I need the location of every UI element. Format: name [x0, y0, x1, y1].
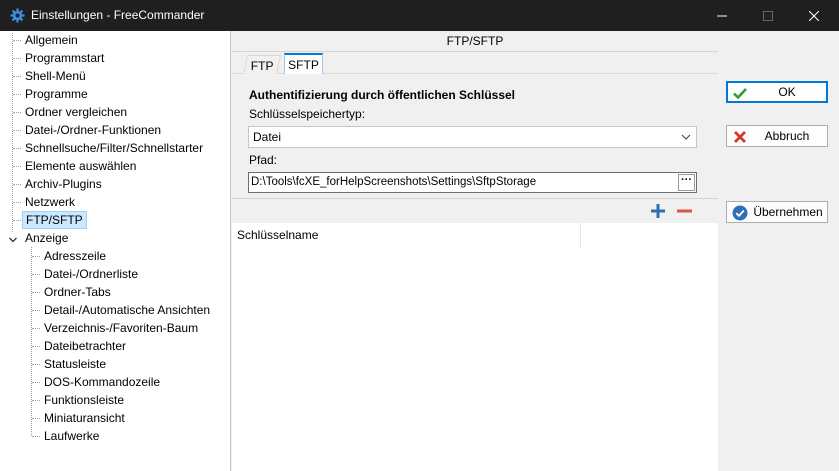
storage-type-value: Datei	[253, 130, 282, 144]
chevron-down-icon	[681, 134, 691, 140]
tree-item-anzeige[interactable]: Anzeige	[22, 229, 71, 247]
settings-tree[interactable]: Allgemein Programmstart Shell-Menü Progr…	[0, 31, 231, 471]
tree-connector	[32, 274, 40, 275]
chevron-down-icon[interactable]	[8, 235, 18, 245]
tree-connector	[13, 148, 21, 149]
apply-button[interactable]: Übernehmen	[726, 201, 828, 223]
tab-strip: FTP SFTP	[232, 52, 718, 75]
tree-item-programme[interactable]: Programme	[22, 85, 91, 103]
cancel-button[interactable]: Abbruch	[726, 125, 828, 147]
ok-button[interactable]: OK	[726, 81, 828, 103]
tab-ftp-label: FTP	[250, 59, 274, 73]
tree-connector	[13, 202, 21, 203]
maximize-icon	[763, 10, 773, 21]
tree-item-ftp-sftp[interactable]: FTP/SFTP	[22, 211, 87, 229]
key-list[interactable]: Schlüsselname	[232, 223, 718, 471]
tree-connector	[13, 40, 21, 41]
window-title: Einstellungen - FreeCommander	[31, 8, 205, 22]
tree-item-detail-ansichten[interactable]: Detail-/Automatische Ansichten	[41, 301, 213, 319]
check-circle-icon	[732, 205, 748, 221]
tree-item-datei-ordner-funktionen[interactable]: Datei-/Ordner-Funktionen	[22, 121, 164, 139]
gear-icon	[10, 8, 25, 23]
storage-type-select[interactable]: Datei	[248, 126, 697, 148]
tree-item-programmstart[interactable]: Programmstart	[22, 49, 107, 67]
title-bar: Einstellungen - FreeCommander	[0, 0, 839, 31]
tree-item-ordner-tabs[interactable]: Ordner-Tabs	[41, 283, 114, 301]
path-input[interactable]: D:\Tools\fcXE_forHelpScreenshots\Setting…	[248, 172, 697, 193]
tree-connector	[13, 184, 21, 185]
tree-item-laufwerke[interactable]: Laufwerke	[41, 427, 102, 445]
tree-connector	[13, 112, 21, 113]
main-panel: FTP/SFTP FTP SFTP Authentifizierung durc…	[232, 31, 718, 471]
tree-item-adresszeile[interactable]: Adresszeile	[41, 247, 109, 265]
list-toolbar	[232, 199, 718, 223]
tree-item-ordner-vergleichen[interactable]: Ordner vergleichen	[22, 103, 130, 121]
tree-item-dateibetrachter[interactable]: Dateibetrachter	[41, 337, 129, 355]
tree-connector	[32, 256, 40, 257]
tree-item-verzeichnis-baum[interactable]: Verzeichnis-/Favoriten-Baum	[41, 319, 201, 337]
close-icon	[809, 10, 819, 21]
tree-item-datei-ordnerliste[interactable]: Datei-/Ordnerliste	[41, 265, 141, 283]
page-title: FTP/SFTP	[232, 31, 718, 52]
minimize-button[interactable]	[699, 0, 745, 31]
minimize-icon	[717, 15, 727, 16]
tree-connector	[32, 364, 40, 365]
tree-item-archiv-plugins[interactable]: Archiv-Plugins	[22, 175, 105, 193]
section-title: Authentifizierung durch öffentlichen Sch…	[249, 88, 516, 102]
tree-item-schnellsuche[interactable]: Schnellsuche/Filter/Schnellstarter	[22, 139, 206, 157]
remove-icon[interactable]	[676, 203, 692, 219]
browse-button[interactable]: ···	[678, 174, 695, 191]
tree-connector	[32, 418, 40, 419]
tree-connector	[31, 247, 32, 436]
tree-connector	[32, 436, 40, 437]
column-header-key-name[interactable]: Schlüsselname	[232, 223, 581, 247]
tree-item-shell-menu[interactable]: Shell-Menü	[22, 67, 89, 85]
x-icon	[734, 131, 746, 143]
checkmark-icon	[733, 88, 747, 100]
tree-connector	[32, 292, 40, 293]
tree-item-elemente-auswaehlen[interactable]: Elemente auswählen	[22, 157, 139, 175]
tree-item-funktionsleiste[interactable]: Funktionsleiste	[41, 391, 127, 409]
sftp-settings: Authentifizierung durch öffentlichen Sch…	[232, 74, 718, 198]
tree-item-dos-kommandozeile[interactable]: DOS-Kommandozeile	[41, 373, 163, 391]
tab-ftp[interactable]: FTP	[242, 55, 282, 75]
tree-connector	[13, 58, 21, 59]
path-label: Pfad:	[249, 153, 278, 167]
tree-connector	[13, 166, 21, 167]
ok-label: OK	[778, 85, 796, 99]
tree-connector	[32, 400, 40, 401]
tree-connector	[32, 382, 40, 383]
tab-sftp[interactable]: SFTP	[284, 53, 323, 75]
tree-connector	[13, 130, 21, 131]
path-value: D:\Tools\fcXE_forHelpScreenshots\Setting…	[251, 176, 537, 188]
tree-item-statusleiste[interactable]: Statusleiste	[41, 355, 109, 373]
tree-connector	[32, 328, 40, 329]
close-button[interactable]	[791, 0, 837, 31]
tree-connector	[13, 220, 21, 221]
tree-connector	[13, 94, 21, 95]
storage-type-label: Schlüsselspeichertyp:	[249, 107, 366, 121]
tree-connector	[32, 346, 40, 347]
maximize-button[interactable]	[745, 0, 791, 31]
tree-item-netzwerk[interactable]: Netzwerk	[22, 193, 78, 211]
tree-item-miniaturansicht[interactable]: Miniaturansicht	[41, 409, 128, 427]
tree-connector	[32, 310, 40, 311]
tree-item-allgemein[interactable]: Allgemein	[22, 31, 81, 49]
tree-connector	[13, 76, 21, 77]
cancel-label: Abbruch	[764, 129, 810, 143]
apply-label: Übernehmen	[753, 205, 823, 219]
add-icon[interactable]	[650, 203, 666, 219]
